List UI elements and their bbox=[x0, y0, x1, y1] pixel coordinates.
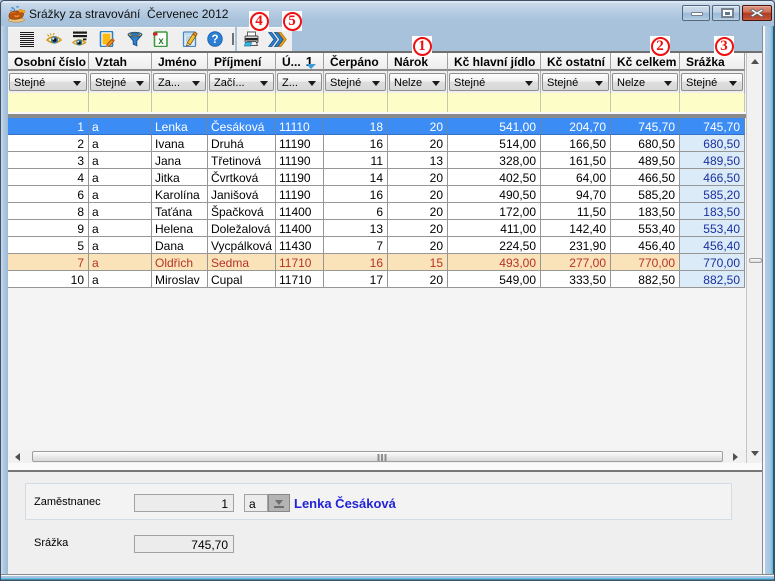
svg-text:?: ? bbox=[211, 34, 218, 46]
svg-text:x: x bbox=[158, 36, 164, 47]
